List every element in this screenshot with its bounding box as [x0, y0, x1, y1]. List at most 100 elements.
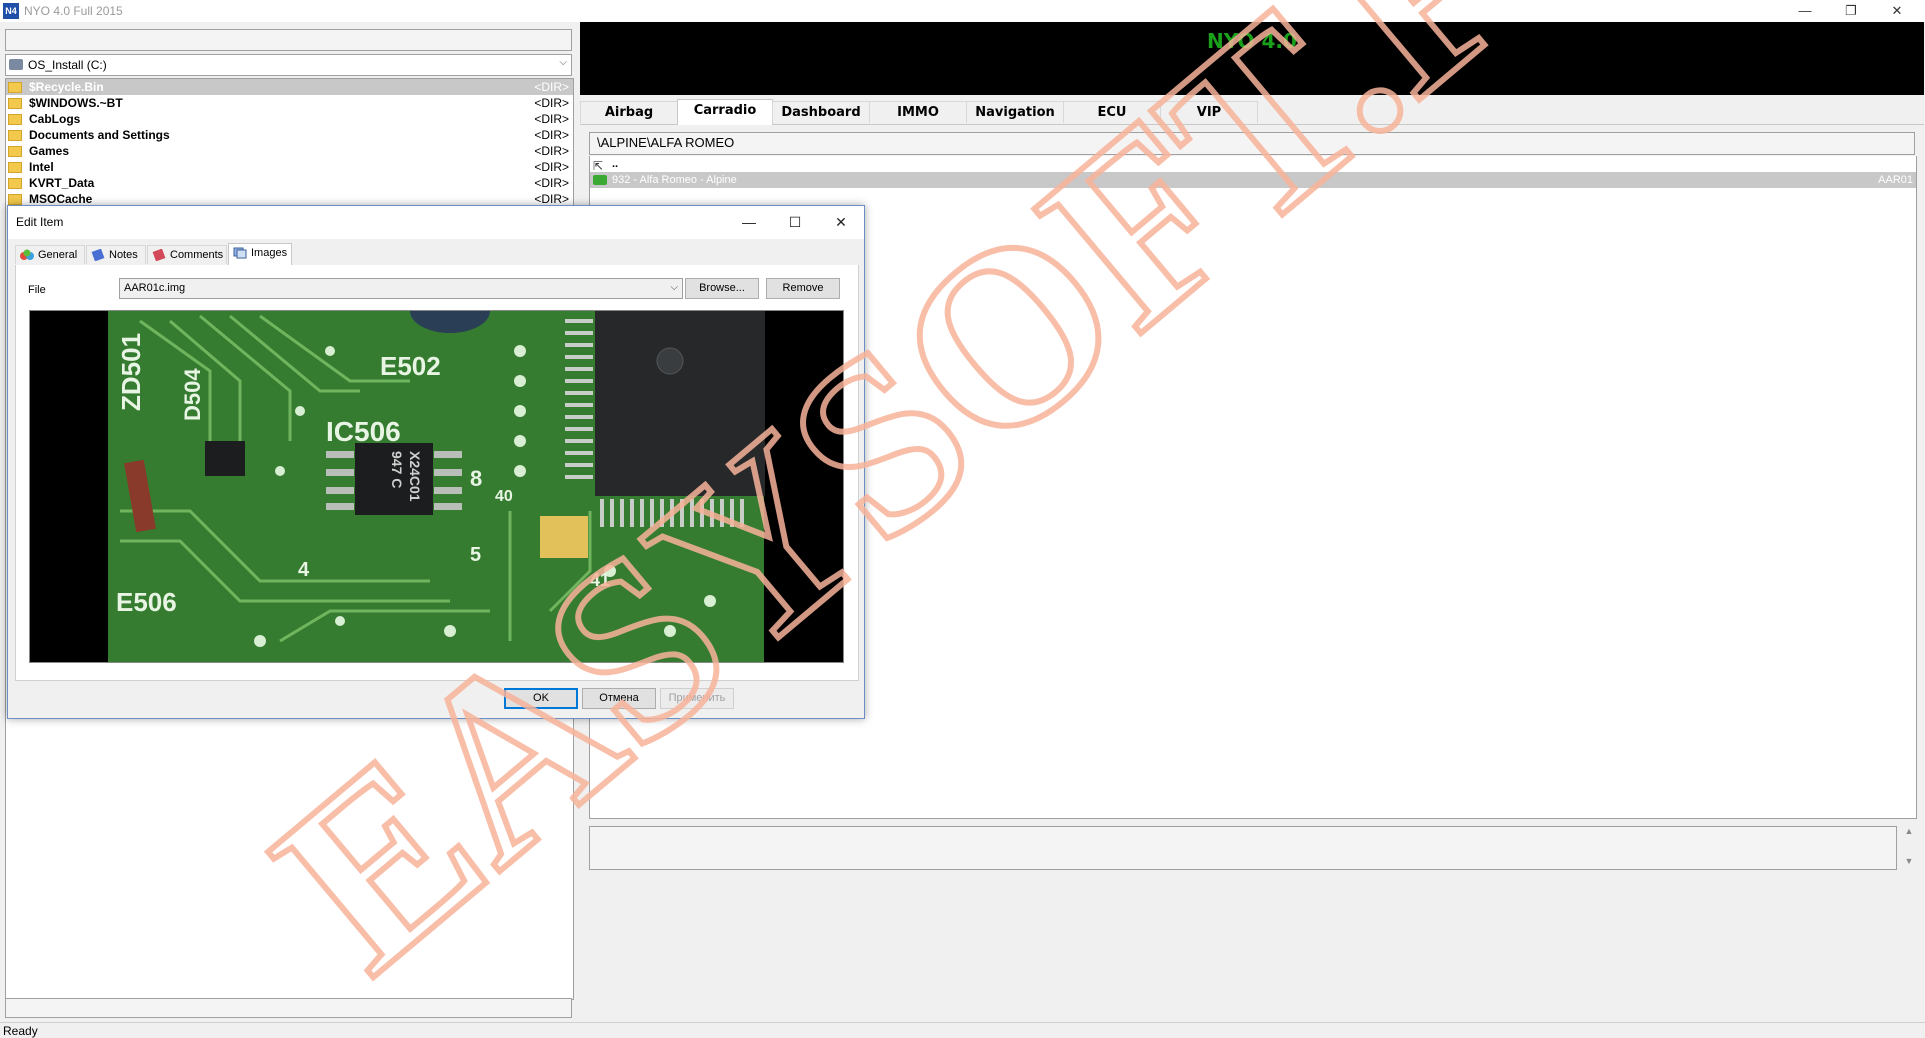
drive-icon	[9, 59, 23, 70]
tab-comments[interactable]: Comments	[147, 245, 227, 264]
path-text: \ALPINE\ALFA ROMEO	[597, 135, 735, 150]
status-text: Ready	[3, 1024, 38, 1038]
dialog-maximize-button[interactable]: ☐	[772, 206, 818, 239]
tab-immo[interactable]: IMMO	[869, 101, 967, 123]
banner: NYO 4.0	[580, 22, 1924, 95]
category-tabs: Airbag Carradio Dashboard IMMO Navigatio…	[580, 99, 1924, 125]
ok-button[interactable]: OK	[504, 688, 578, 709]
left-status-box	[5, 998, 572, 1018]
image-file-select[interactable]: AAR01c.img ⌵	[119, 278, 683, 299]
image-label: 41	[590, 570, 610, 590]
chip-icon	[593, 175, 607, 185]
tab-images[interactable]: Images	[228, 243, 292, 265]
tab-comments-label: Comments	[170, 249, 224, 261]
item-label: ..	[612, 158, 619, 170]
dialog-minimize-button[interactable]: —	[726, 206, 772, 239]
image-label: 8	[470, 466, 482, 491]
image-label: 5	[470, 544, 481, 566]
file-name: CabLogs	[29, 112, 81, 126]
file-name: $WINDOWS.~BT	[29, 96, 123, 110]
chip-label: 947 C	[389, 451, 405, 488]
folder-icon	[8, 98, 22, 109]
file-row[interactable]: Documents and Settings <DIR>	[6, 127, 573, 143]
folder-icon	[8, 130, 22, 141]
folder-icon	[8, 114, 22, 125]
tab-ecu[interactable]: ECU	[1063, 101, 1161, 123]
tab-navigation[interactable]: Navigation	[966, 101, 1064, 123]
edit-item-dialog: Edit Item — ☐ ✕ General Notes Comments I…	[7, 205, 865, 719]
file-type: <DIR>	[534, 128, 569, 142]
image-file-value: AAR01c.img	[124, 282, 186, 294]
file-name: KVRT_Data	[29, 176, 95, 190]
remove-button[interactable]: Remove	[766, 278, 840, 299]
restore-button[interactable]: ❐	[1828, 0, 1874, 22]
folder-icon	[8, 178, 22, 189]
file-name: Documents and Settings	[29, 128, 170, 142]
dialog-title: Edit Item	[16, 215, 64, 229]
window-title: NYO 4.0 Full 2015	[24, 4, 123, 18]
file-row[interactable]: $Recycle.Bin <DIR>	[6, 79, 573, 95]
dialog-titlebar: Edit Item — ☐ ✕	[8, 206, 864, 239]
window-titlebar: N4 NYO 4.0 Full 2015 — ❐ ✕	[0, 0, 1925, 22]
tab-dashboard[interactable]: Dashboard	[772, 101, 870, 123]
tab-carradio[interactable]: Carradio	[677, 99, 773, 125]
folder-icon	[8, 162, 22, 173]
left-path-box[interactable]	[5, 29, 572, 51]
file-label: File	[28, 284, 46, 296]
ecu-board-photo: ZD501 D504 E502 IC506 E506 8 40 4 5 41 X…	[29, 310, 844, 663]
file-name: $Recycle.Bin	[29, 80, 104, 94]
chip-label: X24C01	[407, 451, 423, 502]
image-label: D504	[180, 368, 205, 421]
images-icon	[233, 247, 247, 259]
cancel-button[interactable]: Отмена	[582, 688, 656, 709]
image-label: 4	[298, 559, 310, 581]
image-label: IC506	[326, 416, 401, 447]
file-row[interactable]: Intel <DIR>	[6, 159, 573, 175]
tab-airbag[interactable]: Airbag	[580, 101, 678, 123]
apply-button[interactable]: Применить	[660, 688, 734, 709]
tab-notes[interactable]: Notes	[86, 245, 146, 264]
dialog-tabs: General Notes Comments Images	[15, 243, 857, 266]
chevron-down-icon: ⌵	[559, 57, 567, 68]
browse-button[interactable]: Browse...	[685, 278, 759, 299]
folder-icon	[8, 82, 22, 93]
minimize-button[interactable]: —	[1782, 0, 1828, 22]
image-label: E502	[380, 351, 441, 381]
file-type: <DIR>	[534, 112, 569, 126]
file-type: <DIR>	[534, 96, 569, 110]
list-item[interactable]: 932 - Alfa Romeo - Alpine AAR01	[590, 172, 1916, 188]
file-row[interactable]: CabLogs <DIR>	[6, 111, 573, 127]
file-type: <DIR>	[534, 144, 569, 158]
scrollbar[interactable]: ▲ ▼	[1902, 826, 1916, 870]
status-bar: Ready	[0, 1022, 1925, 1038]
file-name: Games	[29, 144, 70, 158]
image-label: E506	[116, 587, 177, 617]
folder-icon	[8, 146, 22, 157]
drive-label: OS_Install (C:)	[28, 58, 107, 72]
file-row[interactable]: $WINDOWS.~BT <DIR>	[6, 95, 573, 111]
file-type: <DIR>	[534, 160, 569, 174]
file-row[interactable]: Games <DIR>	[6, 143, 573, 159]
chevron-down-icon: ⌵	[670, 282, 678, 293]
app-logo-icon: N4	[3, 3, 19, 19]
file-row[interactable]: KVRT_Data <DIR>	[6, 175, 573, 191]
notes-icon	[91, 249, 105, 261]
item-code: AAR01	[1878, 174, 1913, 186]
tab-vip[interactable]: VIP	[1160, 101, 1258, 123]
tab-images-label: Images	[251, 247, 288, 259]
comments-icon	[152, 249, 166, 261]
tab-notes-label: Notes	[109, 249, 138, 261]
tab-general[interactable]: General	[15, 245, 85, 264]
image-label: 40	[495, 488, 513, 505]
folder-icon	[8, 194, 22, 205]
list-item-up[interactable]: ⇱ ..	[590, 156, 1916, 173]
drive-select[interactable]: OS_Install (C:) ⌵	[5, 54, 572, 76]
file-type: <DIR>	[534, 80, 569, 94]
tab-general-label: General	[38, 249, 78, 261]
circuit-board-image: ZD501 D504 E502 IC506 E506 8 40 4 5 41 X…	[30, 311, 843, 662]
path-bar: \ALPINE\ALFA ROMEO	[589, 132, 1915, 155]
general-icon	[20, 249, 34, 260]
dialog-close-button[interactable]: ✕	[818, 206, 864, 239]
info-box[interactable]	[589, 826, 1897, 870]
close-button[interactable]: ✕	[1874, 0, 1920, 22]
